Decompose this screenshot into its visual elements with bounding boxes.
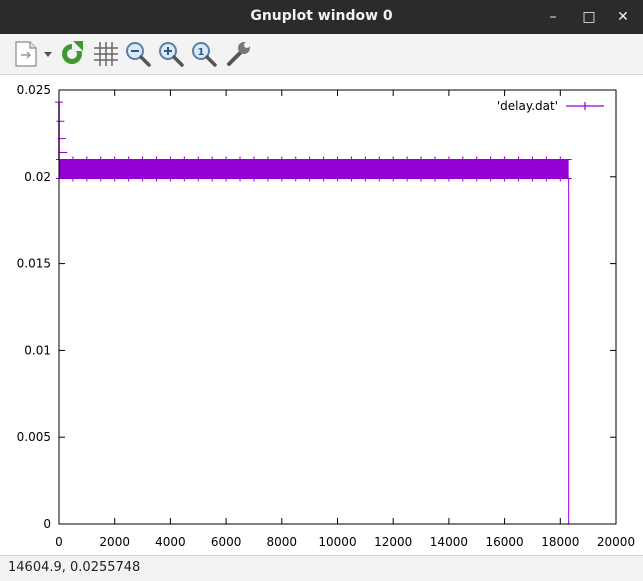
autoscale-button[interactable]: 1 [188, 38, 220, 70]
settings-button[interactable] [222, 38, 254, 70]
legend-label: 'delay.dat' [497, 99, 558, 113]
x-tick-label: 14000 [430, 535, 468, 549]
title-bar: Gnuplot window 0 – □ ✕ [0, 0, 643, 34]
minimize-button[interactable]: – [538, 0, 568, 34]
x-tick-label: 20000 [597, 535, 635, 549]
plot-border [58, 89, 617, 525]
zoom-out-icon [126, 42, 151, 67]
x-tick-label: 8000 [267, 535, 298, 549]
grid-icon [94, 42, 118, 66]
wrench-icon [227, 42, 250, 66]
y-tick-label: 0.005 [17, 430, 51, 444]
y-tick-label: 0.025 [17, 83, 51, 97]
refresh-icon [62, 41, 84, 64]
zoom-fit-icon: 1 [192, 42, 217, 67]
x-tick-label: 4000 [155, 535, 186, 549]
x-tick-label: 0 [55, 535, 63, 549]
toolbar: 1 [0, 34, 643, 75]
svg-text:1: 1 [198, 47, 205, 58]
export-button[interactable] [12, 38, 56, 70]
zoom-previous-button[interactable] [122, 38, 154, 70]
zoom-next-button[interactable] [155, 38, 187, 70]
y-tick-label: 0.015 [17, 257, 51, 271]
export-document-icon [15, 41, 52, 67]
x-tick-label: 10000 [318, 535, 356, 549]
y-tick-label: 0.02 [24, 170, 51, 184]
mouse-coordinates: 14604.9, 0.0255748 [8, 560, 141, 575]
x-tick-label: 18000 [541, 535, 579, 549]
replot-button[interactable] [58, 38, 90, 70]
zoom-in-icon [159, 42, 184, 67]
maximize-button[interactable]: □ [574, 0, 604, 34]
x-tick-label: 6000 [211, 535, 242, 549]
x-tick-label: 12000 [374, 535, 412, 549]
grid-button[interactable] [90, 38, 122, 70]
y-tick-label: 0.01 [24, 343, 51, 357]
x-tick-label: 16000 [486, 535, 524, 549]
plot-area[interactable]: 0 2000 4000 6000 8000 10000 12000 14000 16000 180… [0, 75, 643, 555]
y-tick-label: 0 [43, 517, 51, 531]
x-tick-label: 2000 [99, 535, 130, 549]
status-bar: 14604.9, 0.0255748 [0, 555, 643, 581]
series-band [59, 159, 569, 179]
close-button[interactable]: ✕ [608, 0, 638, 34]
